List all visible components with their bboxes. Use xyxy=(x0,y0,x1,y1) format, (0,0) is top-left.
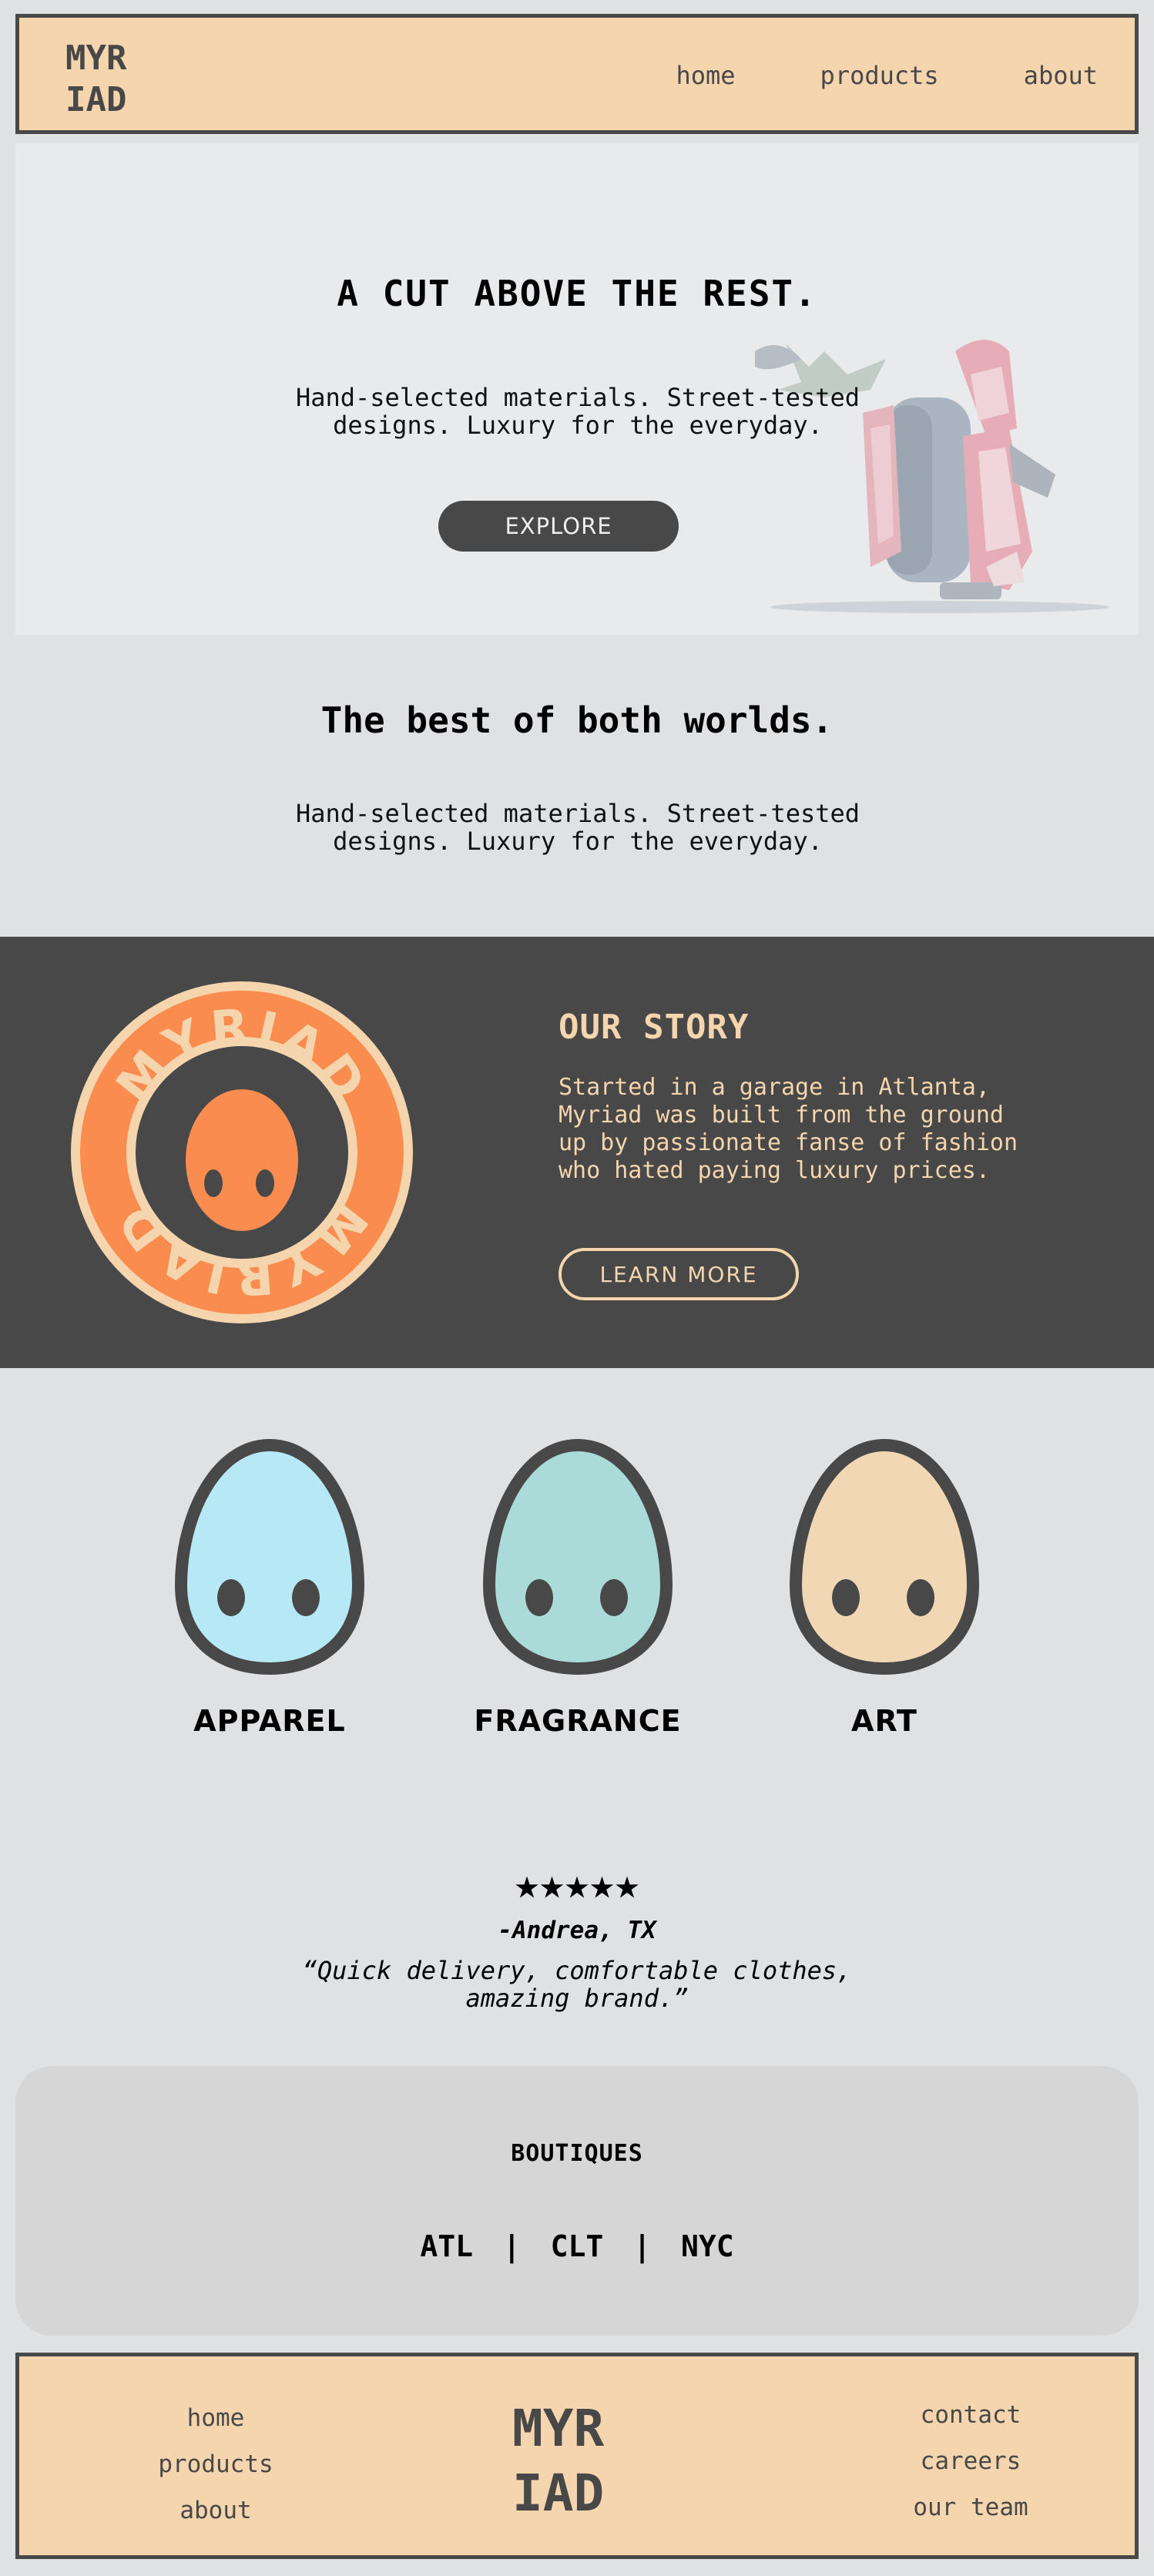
footer-our-team-link[interactable]: our team xyxy=(882,2484,1059,2531)
nav-home-link[interactable]: home xyxy=(676,61,735,90)
our-story-section: MYRIAD MYRIAD OUR STORY Started in a gar… xyxy=(0,937,1154,1368)
logo-line-2: IAD xyxy=(65,80,127,119)
boutique-cities: ATL | CLT | NYC xyxy=(420,2229,734,2263)
category-apparel[interactable]: APPAREL xyxy=(154,1439,385,1738)
egg-mascot-icon xyxy=(482,1439,673,1675)
footer-products-link[interactable]: products xyxy=(127,2441,304,2487)
hero-title: A CUT ABOVE THE REST. xyxy=(337,273,817,314)
category-label: APPAREL xyxy=(193,1704,346,1738)
footer-left-links: home products about xyxy=(127,2395,304,2534)
footer-logo-line-2: IAD xyxy=(512,2464,605,2523)
hero-section: A CUT ABOVE THE REST. Hand-selected mate… xyxy=(15,143,1139,635)
myriad-badge-logo: MYRIAD MYRIAD xyxy=(71,981,413,1323)
footer-logo-line-1: MYR xyxy=(512,2399,605,2458)
egg-mascot-icon xyxy=(174,1439,365,1675)
category-art[interactable]: ART xyxy=(769,1439,1000,1738)
boutiques-title: BOUTIQUES xyxy=(511,2140,643,2167)
category-label: FRAGRANCE xyxy=(474,1704,682,1738)
footer-contact-link[interactable]: contact xyxy=(882,2392,1059,2438)
rating-stars-icon: ★★★★★ xyxy=(514,1860,640,1908)
logo-line-1: MYR xyxy=(65,39,127,78)
category-fragrance[interactable]: FRAGRANCE xyxy=(462,1439,693,1738)
best-section-subtitle: Hand-selected materials. Street-tested d… xyxy=(295,799,860,856)
footer-right-links: contact careers our team xyxy=(882,2392,1059,2531)
learn-more-button[interactable]: LEARN MORE xyxy=(559,1248,799,1300)
best-section-title: The best of both worlds. xyxy=(320,699,834,741)
category-label: ART xyxy=(851,1704,917,1738)
egg-mascot-icon xyxy=(789,1439,980,1675)
brand-logo[interactable]: MYR IAD xyxy=(65,38,126,121)
footer-about-link[interactable]: about xyxy=(127,2487,304,2534)
footer-logo[interactable]: MYR IAD xyxy=(512,2397,666,2526)
story-text: Started in a garage in Atlanta, Myriad w… xyxy=(559,1074,1018,1184)
footer-home-link[interactable]: home xyxy=(127,2395,304,2441)
main-nav: home products about xyxy=(676,61,1098,90)
site-footer: home products about MYR IAD contact care… xyxy=(15,2353,1139,2559)
nav-about-link[interactable]: about xyxy=(1024,61,1098,90)
footer-careers-link[interactable]: careers xyxy=(882,2438,1059,2484)
explore-button[interactable]: EXPLORE xyxy=(438,501,679,552)
testimonial-author: -Andrea, TX xyxy=(498,1917,656,1944)
hero-figure-image xyxy=(755,340,1109,613)
story-title: OUR STORY xyxy=(559,1008,750,1047)
site-header: MYR IAD home products about xyxy=(15,14,1139,134)
boutiques-section: BOUTIQUES ATL | CLT | NYC xyxy=(15,2066,1139,2336)
hero-subtitle: Hand-selected materials. Street-tested d… xyxy=(295,383,860,440)
testimonial-quote: “Quick delivery, comfortable clothes, am… xyxy=(302,1956,852,2013)
nav-products-link[interactable]: products xyxy=(820,61,939,90)
